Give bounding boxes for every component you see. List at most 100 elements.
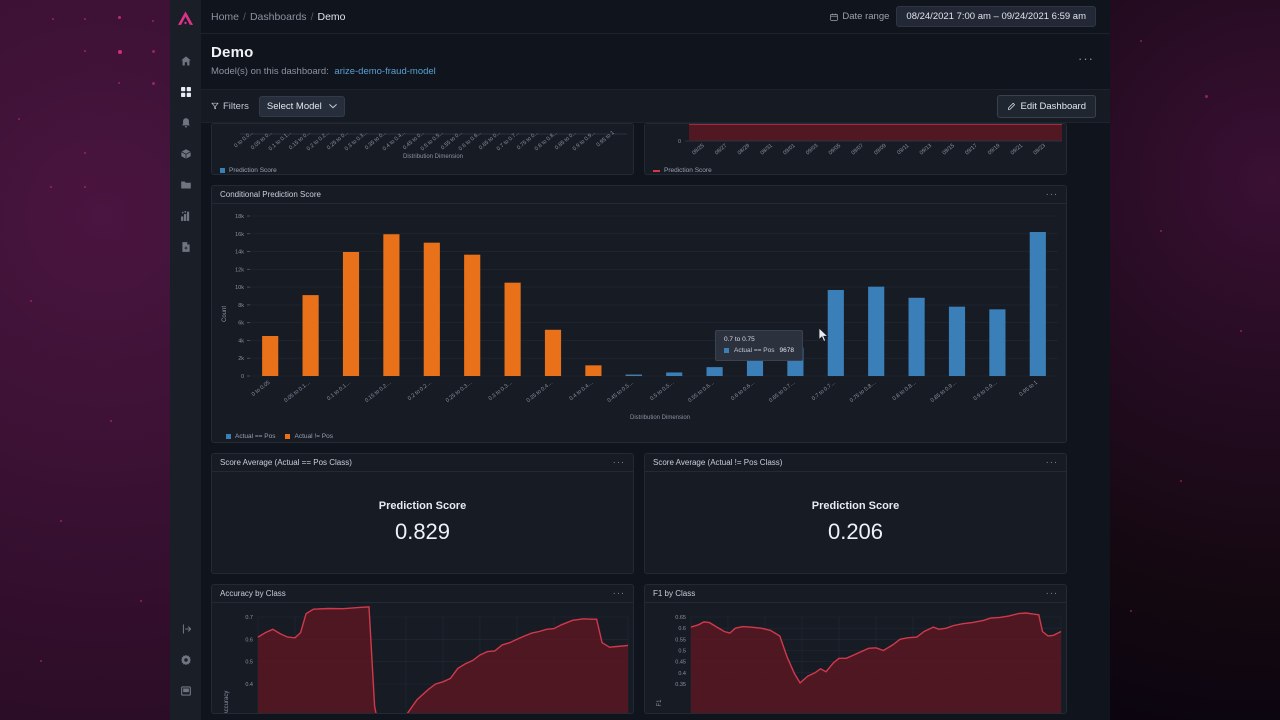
tooltip-title: 0.7 to 0.75 xyxy=(724,336,755,343)
panel-title: Score Average (Actual == Pos Class) xyxy=(220,458,352,467)
conditional-xtick: 0.95 to 1 xyxy=(1018,380,1039,398)
top-right-xtick: 08/29 xyxy=(737,143,751,156)
legend-item-actual-eq-pos: Actual == Pos xyxy=(226,433,275,440)
area-ytick: 0.45 xyxy=(675,660,686,666)
bar-actual-pos[interactable] xyxy=(706,367,723,376)
sidebar-item-projects[interactable] xyxy=(170,171,201,199)
breadcrumb-item-home[interactable]: Home xyxy=(211,11,239,23)
sidebar-item-dashboards[interactable] xyxy=(170,78,201,106)
date-range-label-group: Date range xyxy=(830,11,889,22)
page-title: Demo xyxy=(211,44,254,61)
bar-actual-pos[interactable] xyxy=(666,372,683,376)
bg-speck xyxy=(84,186,86,188)
application-window: Home / Dashboards / Demo Date range 08/2… xyxy=(170,0,1110,720)
sidebar-item-docs[interactable] xyxy=(170,233,201,261)
model-prefix: Model(s) on this dashboard: xyxy=(211,66,329,77)
date-range-value[interactable]: 08/24/2021 7:00 am – 09/24/2021 6:59 am xyxy=(896,6,1096,27)
chevron-down-icon xyxy=(328,104,337,109)
sidebar-item-sign-out[interactable] xyxy=(170,615,201,643)
bg-speck xyxy=(1240,330,1242,332)
sidebar-item-settings[interactable] xyxy=(170,646,201,674)
bg-speck xyxy=(30,300,32,302)
area-ytick: 0.5 xyxy=(678,649,686,655)
conditional-xtick: 0.65 to 0.7… xyxy=(768,380,797,404)
arize-logo[interactable] xyxy=(176,9,195,33)
bar-actual-pos[interactable] xyxy=(1029,232,1046,376)
bell-icon xyxy=(181,118,190,128)
panel-more-button[interactable]: ··· xyxy=(613,588,625,599)
header-more-button[interactable]: ··· xyxy=(1078,52,1094,65)
breadcrumb-item-demo[interactable]: Demo xyxy=(317,11,345,23)
document-icon xyxy=(181,242,190,252)
conditional-chart-area[interactable]: 0 2k 4k 6k 8k 10k 12k 14k 16k 18k 0 to 0.05 0.05 t… xyxy=(212,204,1067,443)
top-right-xtick: 08/31 xyxy=(760,143,774,156)
filter-bar: Filters Select Model Edit Dashboard xyxy=(170,89,1110,123)
bar-actual-pos[interactable] xyxy=(423,242,440,376)
conditional-xtick: 0.2 to 0.2… xyxy=(407,380,433,402)
panel-prediction-score-distribution: 0 to 0.0... 0.05 to 0... 0.1 to 0.1... 0.15… xyxy=(211,123,634,175)
panel-row-score-averages: Score Average (Actual == Pos Class) ··· … xyxy=(211,453,1089,574)
panel-more-button[interactable]: ··· xyxy=(1046,457,1058,468)
select-model-dropdown[interactable]: Select Model xyxy=(258,95,345,117)
panel-title: Accuracy by Class xyxy=(220,589,286,598)
bar-actual-pos[interactable] xyxy=(868,286,885,376)
window-icon xyxy=(180,686,191,696)
conditional-xtick: 0 to 0.05 xyxy=(251,380,272,398)
panel-more-button[interactable]: ··· xyxy=(1046,189,1058,200)
edit-dashboard-button[interactable]: Edit Dashboard xyxy=(996,94,1096,118)
top-right-xtick: 09/19 xyxy=(987,143,1001,156)
sidebar-bottom-group xyxy=(170,615,201,708)
bg-speck xyxy=(152,20,154,22)
bar-actual-pos[interactable] xyxy=(585,365,602,376)
folder-icon xyxy=(180,181,191,189)
bg-speck xyxy=(1180,480,1182,482)
model-link[interactable]: arize-demo-fraud-model xyxy=(334,66,435,77)
panel-more-button[interactable]: ··· xyxy=(613,457,625,468)
conditional-ytick: 10k xyxy=(235,285,244,291)
panel-title: Score Average (Actual != Pos Class) xyxy=(653,458,783,467)
sidebar-item-models[interactable] xyxy=(170,140,201,168)
chart-tooltip: 0.7 to 0.75 Actual == Pos 9678 xyxy=(715,330,803,361)
bg-speck xyxy=(118,50,122,54)
date-range-control[interactable]: Date range 08/24/2021 7:00 am – 09/24/20… xyxy=(830,6,1096,27)
top-right-xtick: 09/11 xyxy=(896,143,910,156)
bar-actual-pos[interactable] xyxy=(908,297,925,376)
sidebar-item-home[interactable] xyxy=(170,47,201,75)
conditional-bar-chart[interactable]: 0 2k 4k 6k 8k 10k 12k 14k 16k 18k 0 to 0.05 0.05 t… xyxy=(212,204,1067,443)
top-right-xtick: 09/15 xyxy=(942,143,956,156)
legend-swatch xyxy=(226,434,231,439)
top-right-xtick: 09/03 xyxy=(805,143,819,156)
conditional-xtick: 0.35 to 0.4… xyxy=(526,380,555,404)
conditional-legend: Actual == Pos Actual != Pos xyxy=(218,430,333,440)
bar-actual-pos[interactable] xyxy=(625,374,642,376)
sidebar-item-monitors[interactable] xyxy=(170,109,201,137)
score-average-pos-body: Prediction Score 0.829 xyxy=(212,472,633,572)
legend-item-actual-neq-pos: Actual != Pos xyxy=(285,433,333,440)
conditional-xtick: 0.05 to 0.1… xyxy=(283,380,312,404)
breadcrumb-item-dashboards[interactable]: Dashboards xyxy=(250,11,307,23)
metric-label: Prediction Score xyxy=(378,499,467,512)
bar-actual-pos[interactable] xyxy=(302,295,319,376)
bar-actual-pos[interactable] xyxy=(827,289,844,376)
bg-speck xyxy=(60,520,62,522)
bar-actual-pos[interactable] xyxy=(464,254,481,376)
bg-speck xyxy=(52,18,54,20)
panel-more-button[interactable]: ··· xyxy=(1046,588,1058,599)
bar-actual-pos[interactable] xyxy=(504,282,521,376)
bar-actual-pos[interactable] xyxy=(948,306,966,376)
bar-actual-pos[interactable] xyxy=(544,329,562,376)
conditional-ytick: 8k xyxy=(238,303,244,309)
bar-actual-pos[interactable] xyxy=(989,309,1006,376)
sidebar-item-help[interactable] xyxy=(170,677,201,705)
top-right-xtick: 09/13 xyxy=(919,143,933,156)
conditional-xtick: 0.7 to 0.7… xyxy=(811,380,837,402)
conditional-xtick: 0.3 to 0.3… xyxy=(488,380,514,402)
conditional-xtick: 0.8 to 0.8… xyxy=(892,380,918,402)
panel-header: Accuracy by Class ··· xyxy=(212,585,633,603)
bar-actual-pos[interactable] xyxy=(383,234,400,376)
sidebar-item-datasets[interactable] xyxy=(170,202,201,230)
bar-actual-pos[interactable] xyxy=(262,336,279,376)
bar-actual-pos[interactable] xyxy=(342,252,360,376)
top-left-xlabel: Distribution Dimension xyxy=(403,154,463,160)
date-range-label: Date range xyxy=(842,11,890,22)
